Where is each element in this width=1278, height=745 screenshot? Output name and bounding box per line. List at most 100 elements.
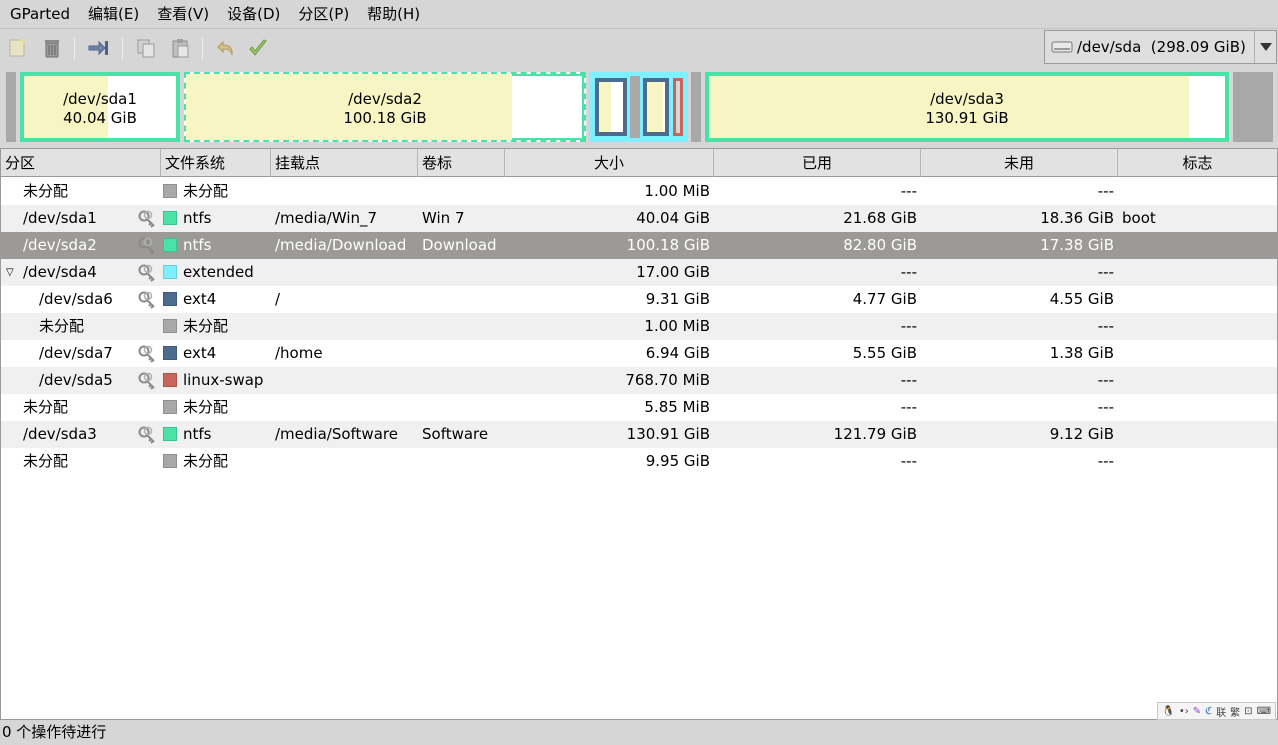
column-partition[interactable]: 分区 — [1, 149, 161, 177]
fs-color-swatch — [163, 373, 177, 387]
cell-unused: 1.38 GiB — [1049, 344, 1114, 362]
cell-filesystem: ntfs — [163, 205, 271, 232]
partition-table: 分区 文件系统 挂载点 卷标 大小 已用 未用 标志 未分配 未分配 1.00 Mi… — [0, 148, 1278, 720]
cell-label — [422, 259, 507, 286]
pending-operations-text: 0 个操作待进行 — [2, 723, 107, 741]
menu-partition[interactable]: 分区(P) — [288, 0, 357, 28]
table-row[interactable]: /dev/sda7 ext4/home 6.94 GiB 5.55 GiB 1.38 G… — [1, 340, 1277, 367]
cell-flags — [1122, 259, 1272, 286]
delete-icon[interactable] — [38, 34, 66, 62]
cell-flags — [1122, 313, 1272, 340]
resize-move-icon[interactable] — [84, 34, 112, 62]
tux-icon[interactable]: 🐧 — [1162, 706, 1174, 717]
segment-sda4-extended[interactable] — [589, 72, 688, 142]
cell-used: --- — [900, 182, 917, 200]
table-row[interactable]: 未分配 未分配 5.85 MiB --- --- — [1, 394, 1277, 421]
cell-mountpoint — [275, 448, 417, 475]
key-icon — [137, 263, 157, 283]
cell-partition: /dev/sda4 — [23, 263, 97, 281]
key-icon — [137, 425, 157, 445]
tray-label-fan[interactable]: 繁 — [1230, 704, 1240, 719]
column-filesystem[interactable]: 文件系统 — [161, 149, 271, 177]
cell-size: 17.00 GiB — [636, 263, 710, 281]
segment-sda6[interactable] — [595, 78, 627, 136]
unallocated-segment[interactable] — [6, 72, 16, 142]
brush-icon[interactable]: ✎ — [1193, 706, 1201, 717]
cell-filesystem: 未分配 — [163, 178, 271, 205]
table-row[interactable]: 未分配 未分配 1.00 MiB --- --- — [1, 313, 1277, 340]
new-icon[interactable] — [4, 34, 32, 62]
cell-used: --- — [900, 452, 917, 470]
cell-label — [422, 340, 507, 367]
cell-partition: /dev/sda5 — [39, 371, 113, 389]
menu-gparted[interactable]: GParted — [0, 0, 78, 28]
cell-mountpoint: / — [275, 290, 281, 308]
cell-mountpoint — [275, 394, 417, 421]
apply-icon[interactable] — [244, 34, 272, 62]
segment-sda3[interactable]: /dev/sda3 130.91 GiB — [705, 72, 1229, 142]
cell-partition: 未分配 — [23, 182, 69, 200]
column-mountpoint[interactable]: 挂载点 — [271, 149, 418, 177]
cell-label — [422, 178, 507, 205]
cell-flags — [1122, 232, 1272, 259]
cell-unused: --- — [1097, 182, 1114, 200]
copy-icon[interactable] — [132, 34, 160, 62]
cell-label: Software — [422, 425, 489, 443]
tray-label-lian[interactable]: 联 — [1216, 704, 1226, 719]
cell-unused: --- — [1097, 371, 1114, 389]
table-row[interactable]: /dev/sda3 ntfs/media/Software Software 130.… — [1, 421, 1277, 448]
cell-label: Download — [422, 236, 497, 254]
table-row[interactable]: /dev/sda1 ntfs/media/Win_7 Win 7 40.04 GiB 2… — [1, 205, 1277, 232]
fs-color-swatch — [163, 427, 177, 441]
table-row[interactable]: /dev/sda6 ext4/ 9.31 GiB 4.77 GiB 4.55 GiB — [1, 286, 1277, 313]
disk-map: /dev/sda1 40.04 GiB /dev/sda2 100.18 GiB /… — [0, 66, 1278, 148]
expander-icon[interactable]: ▽ — [6, 259, 14, 286]
fs-color-swatch — [163, 184, 177, 198]
fs-color-swatch — [163, 319, 177, 333]
column-unused[interactable]: 未用 — [921, 149, 1118, 177]
punctuation-icon[interactable]: ℭ — [1205, 706, 1212, 717]
unallocated-segment[interactable] — [691, 72, 701, 142]
table-row[interactable]: 未分配 未分配 9.95 GiB --- --- — [1, 448, 1277, 475]
chevron-down-icon[interactable] — [1254, 31, 1276, 63]
cell-mountpoint: /media/Win_7 — [275, 209, 378, 227]
column-flags[interactable]: 标志 — [1118, 149, 1277, 177]
table-row[interactable]: ▽ /dev/sda4 extended 17.00 GiB --- --- — [1, 259, 1277, 286]
segment-sda1[interactable]: /dev/sda1 40.04 GiB — [20, 72, 180, 142]
menu-edit[interactable]: 编辑(E) — [78, 0, 147, 28]
unallocated-segment[interactable] — [630, 76, 640, 138]
paste-icon[interactable] — [166, 34, 194, 62]
table-row[interactable]: /dev/sda2 ntfs/media/Download Download 100.… — [1, 232, 1277, 259]
column-size[interactable]: 大小 — [505, 149, 714, 177]
table-row[interactable]: /dev/sda5 linux-swap 768.70 MiB --- --- — [1, 367, 1277, 394]
input-mode-icon[interactable]: •› — [1179, 706, 1189, 717]
segment-sda5-swap[interactable] — [673, 78, 683, 136]
menu-view[interactable]: 查看(V) — [147, 0, 217, 28]
toolbar-separator — [202, 38, 203, 60]
cell-filesystem: ext4 — [163, 340, 271, 367]
cell-flags — [1122, 286, 1272, 313]
column-used[interactable]: 已用 — [714, 149, 921, 177]
cell-used: 4.77 GiB — [852, 290, 917, 308]
cell-partition: /dev/sda7 — [39, 344, 113, 362]
segment-sda2[interactable]: /dev/sda2 100.18 GiB — [184, 72, 586, 142]
cell-flags — [1122, 178, 1272, 205]
undo-icon[interactable] — [212, 34, 240, 62]
cell-size: 130.91 GiB — [626, 425, 710, 443]
cell-partition: 未分配 — [39, 317, 85, 335]
table-row[interactable]: 未分配 未分配 1.00 MiB --- --- — [1, 178, 1277, 205]
fs-color-swatch — [163, 238, 177, 252]
device-selector[interactable]: /dev/sda (298.09 GiB) — [1044, 30, 1277, 64]
cell-partition: /dev/sda6 — [39, 290, 113, 308]
cell-used: --- — [900, 371, 917, 389]
unallocated-segment[interactable] — [1233, 72, 1273, 142]
lock-icon[interactable]: ⊡ — [1244, 706, 1252, 717]
cell-size: 1.00 MiB — [644, 317, 710, 335]
cell-partition: 未分配 — [23, 452, 69, 470]
keyboard-icon[interactable]: ⌨ — [1257, 706, 1271, 717]
menu-device[interactable]: 设备(D) — [217, 0, 288, 28]
column-label[interactable]: 卷标 — [418, 149, 505, 177]
table-header: 分区 文件系统 挂载点 卷标 大小 已用 未用 标志 — [1, 149, 1277, 177]
menu-help[interactable]: 帮助(H) — [357, 0, 428, 28]
segment-sda7[interactable] — [643, 78, 669, 136]
